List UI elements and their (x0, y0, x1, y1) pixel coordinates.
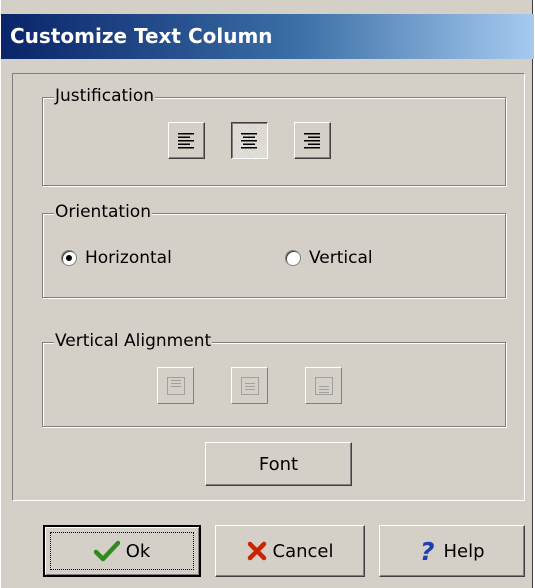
vertical-radio-option[interactable]: Vertical (285, 248, 425, 268)
justify-center-button[interactable] (231, 122, 268, 159)
valign-top-icon (167, 377, 185, 395)
focus-rectangle (50, 532, 194, 570)
horizontal-radio[interactable] (61, 250, 77, 266)
vertical-label: Vertical (309, 248, 373, 268)
radio-selected-dot (66, 255, 72, 261)
justify-right-button[interactable] (294, 122, 331, 159)
title-bar[interactable]: Customize Text Column (1, 14, 534, 59)
justification-group: Justification (42, 86, 506, 186)
valign-top-button[interactable] (157, 367, 194, 404)
horizontal-radio-option[interactable]: Horizontal (61, 248, 221, 268)
help-label: Help (443, 540, 485, 562)
valign-bottom-icon (315, 377, 333, 395)
vertical-radio[interactable] (285, 250, 301, 266)
align-right-icon (304, 133, 320, 149)
horizontal-label: Horizontal (85, 248, 172, 268)
cancel-button[interactable]: Cancel (215, 525, 365, 577)
justify-left-button[interactable] (168, 122, 205, 159)
valign-bottom-button[interactable] (305, 367, 342, 404)
valign-middle-button[interactable] (231, 367, 268, 404)
help-button[interactable]: ? Help (379, 525, 525, 577)
window-title: Customize Text Column (10, 24, 273, 48)
vertical-alignment-group: Vertical Alignment (42, 331, 506, 427)
orientation-label: Orientation (54, 202, 152, 222)
align-center-icon (241, 133, 257, 149)
font-button[interactable]: Font (205, 442, 352, 486)
orientation-group: Orientation Horizontal Vertical (42, 202, 506, 298)
ok-button[interactable]: Ok (43, 525, 201, 577)
options-panel: Justification Orientation Horizontal Ver… (12, 73, 525, 501)
help-question-icon: ? (419, 538, 437, 564)
align-left-icon (178, 133, 194, 149)
cancel-label: Cancel (272, 540, 334, 562)
font-button-label: Font (258, 453, 299, 475)
cancel-x-icon (247, 541, 267, 561)
svg-text:?: ? (420, 538, 435, 564)
valign-middle-icon (241, 377, 259, 395)
vertical-alignment-label: Vertical Alignment (54, 331, 213, 351)
justification-label: Justification (54, 86, 156, 106)
customize-text-column-dialog: Customize Text Column Justification Orie… (0, 0, 534, 588)
